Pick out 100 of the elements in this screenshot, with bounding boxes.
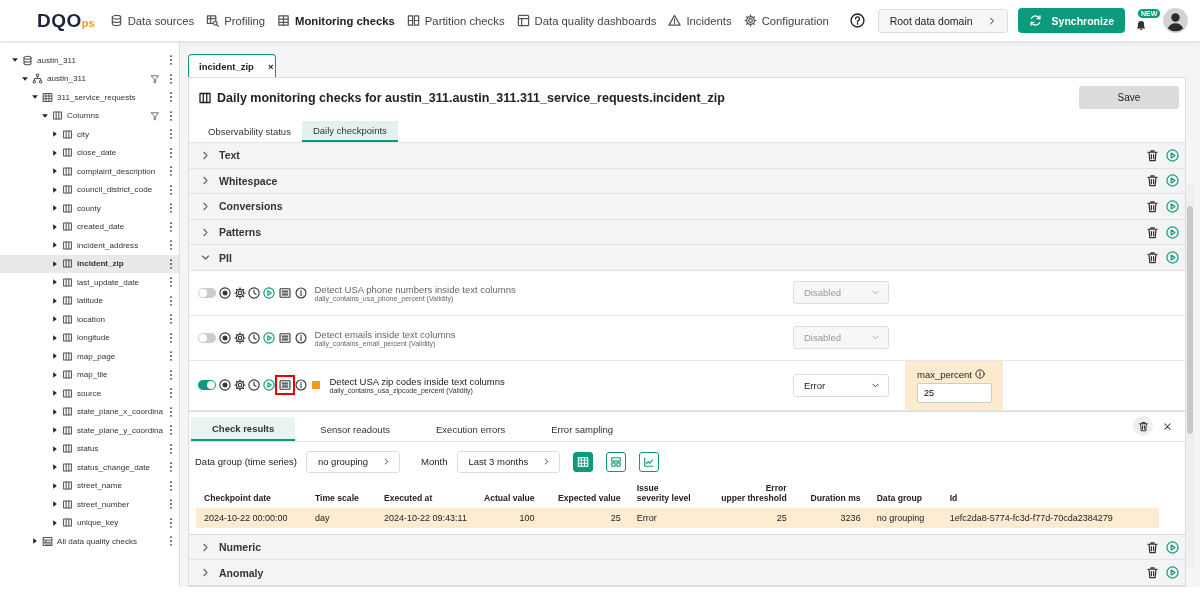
delete-button[interactable]: [1146, 540, 1159, 554]
category-header[interactable]: Whitespace: [219, 174, 278, 187]
schema-icon: [32, 73, 43, 85]
delete-button[interactable]: [1146, 200, 1159, 213]
category-header[interactable]: Anomaly: [219, 566, 264, 579]
tree-item[interactable]: street_number: [77, 499, 163, 509]
tree-item[interactable]: latitude: [77, 296, 163, 306]
data-group-dropdown[interactable]: no grouping: [305, 450, 401, 473]
settings-icon: [743, 14, 757, 27]
results-tab[interactable]: Check results: [191, 417, 296, 442]
tree-item[interactable]: map_page: [77, 351, 163, 361]
tree-item[interactable]: state_plane_x_coordina: [77, 407, 163, 417]
toggle-switch[interactable]: [198, 380, 216, 391]
results-tab[interactable]: Error sampling: [530, 417, 634, 442]
category-header[interactable]: Patterns: [219, 226, 261, 239]
synchronize-button[interactable]: Synchronize: [1017, 8, 1125, 33]
tree-item[interactable]: All data quality checks: [57, 536, 163, 546]
page-title: Daily monitoring checks for austin_311.austin_311.311_service_requests.incident_zip: [217, 90, 726, 105]
category-header[interactable]: PII: [219, 251, 232, 264]
run-button[interactable]: [1166, 566, 1179, 580]
severity-dropdown[interactable]: Error: [793, 373, 889, 397]
category-header[interactable]: Conversions: [219, 200, 283, 213]
table-cell: 2024-10-22 09:43:11: [384, 512, 467, 523]
stop-icon: [219, 379, 231, 392]
play-icon: [262, 379, 275, 392]
tree-item[interactable]: council_district_code: [77, 185, 163, 195]
tree-item[interactable]: Columns: [67, 111, 148, 121]
nav-link[interactable]: Configuration: [743, 14, 829, 27]
columns-icon: [62, 165, 73, 177]
tree-item[interactable]: unique_key: [77, 518, 163, 528]
run-button[interactable]: [1166, 200, 1179, 213]
category-header[interactable]: Numeric: [219, 541, 261, 553]
run-button[interactable]: [1166, 174, 1179, 188]
tree-item[interactable]: status_change_date: [77, 462, 163, 472]
editor-tab[interactable]: incident_zip ×: [188, 54, 276, 77]
toggle-switch[interactable]: [198, 332, 216, 343]
tree-item[interactable]: state_plane_y_coordina: [77, 425, 163, 435]
view-tab[interactable]: Observability status: [197, 121, 302, 142]
nav-link[interactable]: Incidents: [668, 14, 732, 27]
tree-item[interactable]: county: [77, 203, 163, 213]
data-domain-button[interactable]: Root data domain: [877, 8, 1008, 33]
delete-button[interactable]: [1146, 225, 1159, 239]
columns-icon: [52, 110, 63, 122]
results-tab[interactable]: Execution errors: [415, 417, 527, 442]
scrollbar[interactable]: [1186, 184, 1194, 567]
delete-button[interactable]: [1146, 251, 1159, 265]
tab-close-button[interactable]: ×: [267, 60, 274, 72]
tree-item[interactable]: status: [77, 444, 163, 454]
tree-item[interactable]: source: [77, 388, 163, 398]
clock-icon: [248, 379, 260, 392]
delete-button[interactable]: [1146, 566, 1159, 580]
table-cell: Error: [636, 512, 657, 523]
delete-button[interactable]: [1133, 416, 1153, 437]
tree-item[interactable]: close_date: [77, 148, 163, 158]
tree-item[interactable]: location: [77, 314, 163, 324]
tree-item[interactable]: created_date: [77, 222, 163, 232]
parameter-field[interactable]: 25: [917, 382, 992, 403]
tree-item[interactable]: street_name: [77, 481, 163, 491]
tree-item[interactable]: incident_address: [77, 240, 163, 250]
chart-view-button[interactable]: [639, 451, 660, 472]
settings-icon: [233, 286, 246, 299]
tree-item[interactable]: complaint_description: [77, 166, 163, 176]
save-button[interactable]: Save: [1079, 86, 1179, 109]
run-button[interactable]: [1166, 251, 1179, 265]
nav-link[interactable]: Partition checks: [406, 14, 505, 27]
columns-icon: [62, 480, 73, 492]
avatar[interactable]: [1163, 8, 1188, 33]
view-tab[interactable]: Daily checkpoints: [301, 121, 398, 142]
clock-icon: [248, 286, 260, 299]
tree-item[interactable]: austin_311: [47, 74, 148, 84]
columns-icon: [62, 258, 73, 270]
run-button[interactable]: [1166, 148, 1179, 162]
delete-icon: [1146, 251, 1159, 265]
delete-button[interactable]: [1146, 174, 1159, 188]
tree-item[interactable]: map_tile: [77, 370, 163, 380]
tree-item[interactable]: 311_service_requests: [57, 92, 163, 102]
columns-icon: [62, 295, 73, 307]
cards-view-button[interactable]: [606, 451, 627, 472]
nav-link[interactable]: Profiling: [206, 14, 265, 27]
columns-icon: [62, 313, 73, 325]
tree-item[interactable]: austin_311: [37, 55, 163, 65]
category-header[interactable]: Text: [219, 149, 240, 162]
period-dropdown[interactable]: Last 3 months: [456, 450, 561, 473]
tree-item[interactable]: city: [77, 129, 163, 139]
delete-button[interactable]: [1146, 148, 1159, 162]
nav-link[interactable]: Data sources: [109, 14, 195, 27]
run-button[interactable]: [1166, 540, 1179, 554]
toggle-switch[interactable]: [198, 287, 216, 298]
table-view-button[interactable]: [573, 451, 594, 472]
tree-item[interactable]: longitude: [77, 333, 163, 343]
nav-link[interactable]: Monitoring checks: [277, 14, 395, 27]
list-icon[interactable]: [275, 375, 295, 396]
run-button[interactable]: [1166, 225, 1179, 239]
tree-item[interactable]: last_update_date: [77, 277, 163, 287]
results-tab[interactable]: Sensor readouts: [299, 417, 412, 442]
checklist-icon: [42, 535, 53, 547]
column-header: Actual value: [484, 492, 535, 503]
info-icon: [295, 331, 307, 344]
parameter-label: max_percent: [917, 368, 972, 380]
nav-link[interactable]: Data quality dashboards: [516, 14, 657, 27]
